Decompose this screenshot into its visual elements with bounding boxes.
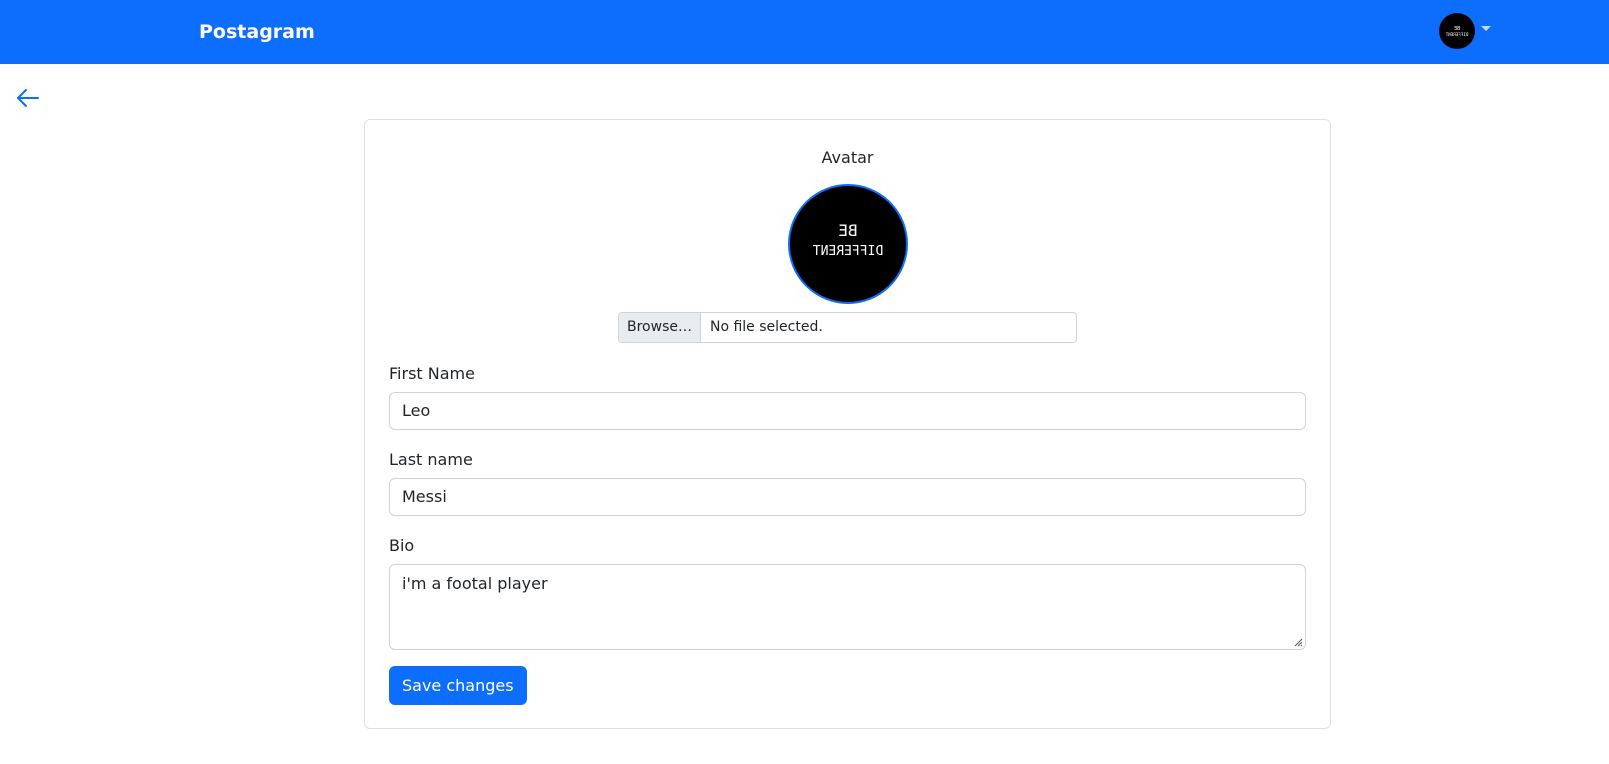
avatar-image: BE DIFFERENT: [1445, 26, 1468, 37]
browse-button[interactable]: Browse…: [619, 313, 701, 342]
bio-text: i'm a footal player: [402, 574, 548, 593]
file-status-text: No file selected.: [709, 319, 823, 335]
bio-label: Bio: [389, 536, 415, 555]
bio-textarea[interactable]: i'm a footal player: [389, 564, 1306, 650]
brand-link[interactable]: Postagram: [199, 19, 315, 45]
avatar-file-input[interactable]: Browse… No file selected.: [618, 312, 1077, 343]
avatar-label: Avatar: [821, 148, 874, 167]
avatar-preview: BE DIFFERENT: [788, 184, 908, 304]
avatar-preview-text-different: DIFFERENT: [813, 244, 884, 259]
save-changes-button[interactable]: Save changes: [389, 666, 527, 705]
user-avatar-icon: BE DIFFERENT: [1439, 13, 1475, 49]
user-menu-toggle[interactable]: BE DIFFERENT: [1439, 13, 1491, 49]
avatar-text-different: DIFFERENT: [1445, 32, 1468, 37]
edit-profile-card: Avatar BE DIFFERENT Browse… No file sele…: [364, 119, 1331, 729]
last-name-input[interactable]: Messi: [389, 478, 1306, 516]
first-name-input[interactable]: Leo: [389, 392, 1306, 430]
first-name-label: First Name: [389, 364, 475, 383]
arrow-left-icon[interactable]: [14, 84, 42, 112]
resize-grip-icon[interactable]: [1293, 637, 1303, 647]
caret-down-icon: [1481, 25, 1491, 31]
last-name-label: Last name: [389, 450, 473, 469]
navbar: Postagram BE DIFFERENT: [0, 0, 1609, 64]
avatar-preview-image: BE DIFFERENT: [813, 221, 884, 259]
avatar-preview-text-be: BE: [838, 221, 857, 240]
